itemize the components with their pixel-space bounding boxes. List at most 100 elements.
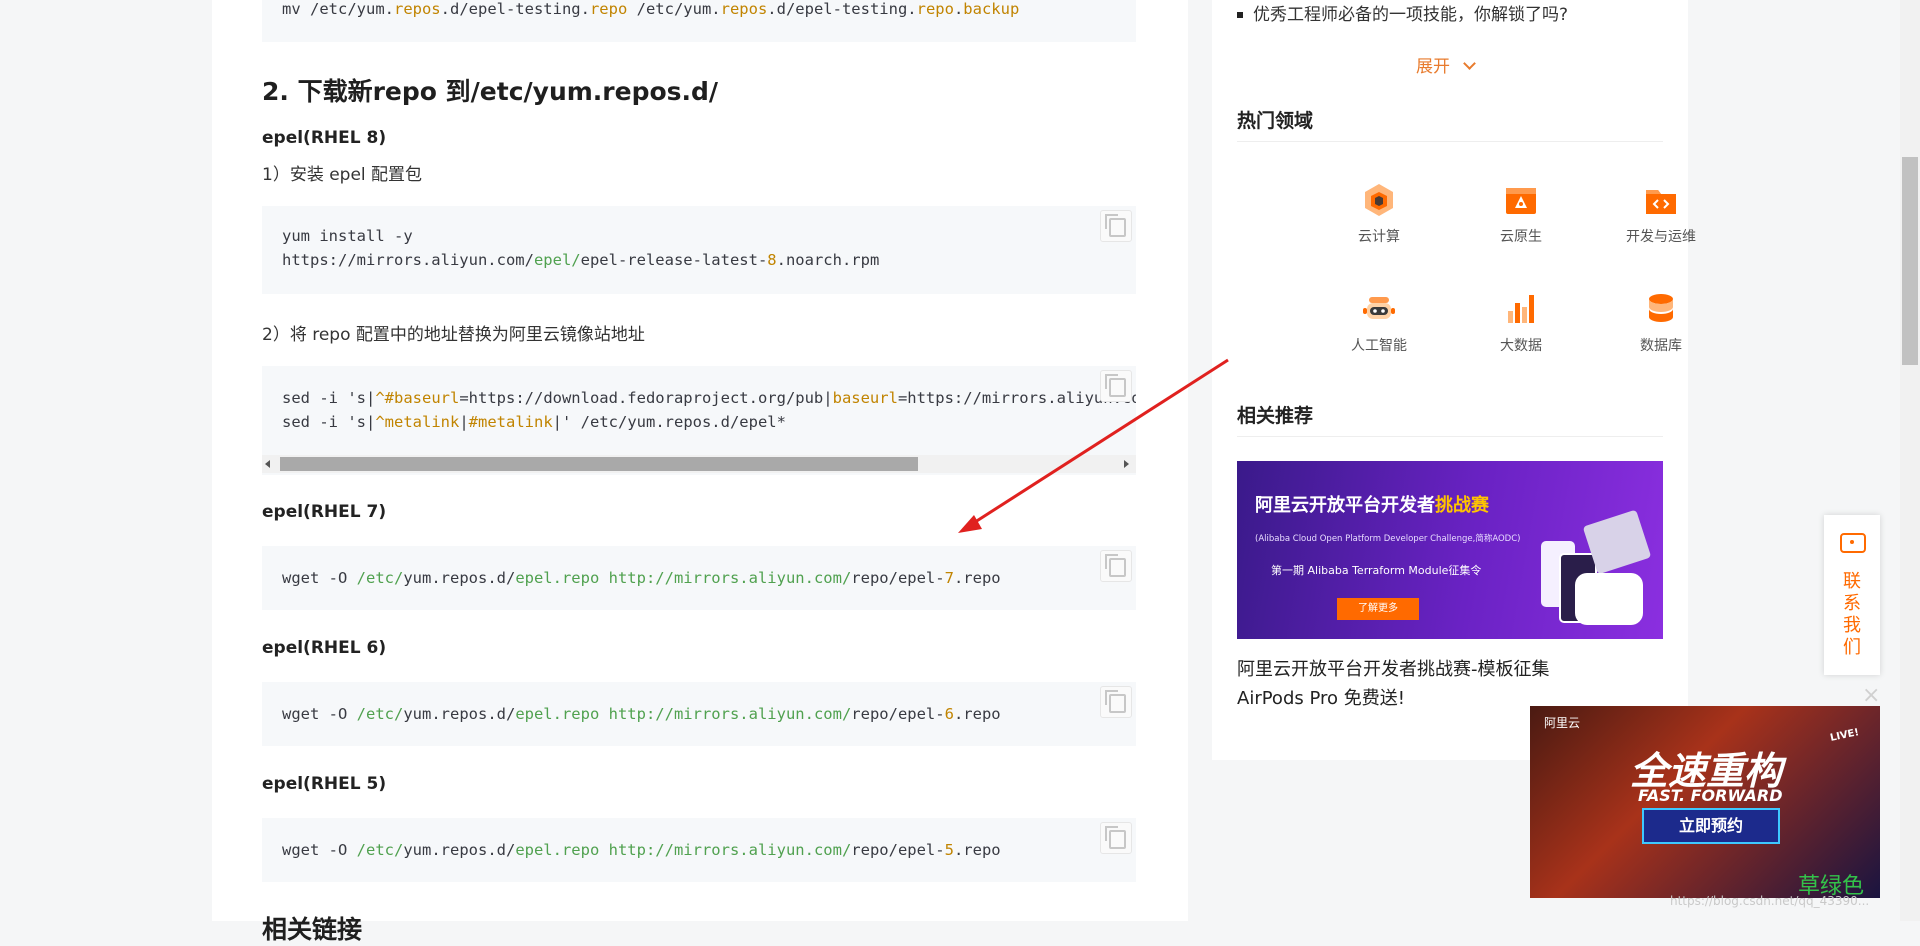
code-token: https://	[282, 251, 357, 269]
ai-robot-icon	[1361, 291, 1397, 327]
code-token: backup	[963, 0, 1020, 18]
banner-cta-button[interactable]: 了解更多	[1337, 598, 1419, 620]
banner-headline-b: 挑战赛	[1435, 495, 1489, 516]
horizontal-scrollbar[interactable]	[262, 455, 1136, 473]
rhel8-step2: 2）将 repo 配置中的地址替换为阿里云镜像站地址	[262, 325, 645, 345]
article-body: mv /etc/yum.repos.d/epel-testing.repo /e…	[212, 0, 1188, 944]
cloud-native-icon	[1503, 182, 1539, 218]
banner-issue: 第一期 Alibaba Terraform Module征集令	[1271, 564, 1482, 577]
copy-code-button[interactable]	[1100, 370, 1132, 402]
promo-cta-button[interactable]: 立即预约	[1642, 808, 1780, 844]
domain-label: 开发与运维	[1626, 229, 1696, 245]
code-token: /etc/	[356, 705, 404, 723]
promo-subheadline: FAST. FORWARD	[1638, 786, 1783, 805]
rhel8-step1: 1）安装 epel 配置包	[262, 165, 423, 185]
code-block-rhel8-sed: sed -i 's|^#baseurl=https://download.fed…	[262, 366, 1136, 475]
code-token: http://mirrors.aliyun.com/	[599, 841, 852, 859]
copy-icon	[1105, 826, 1126, 849]
domain-label: 数据库	[1640, 338, 1682, 354]
code-token: mirrors.aliyun.com/	[356, 251, 534, 269]
code-token: .repo	[953, 841, 1001, 859]
copy-icon	[1105, 690, 1126, 713]
bullet-icon	[1237, 12, 1243, 18]
code-token: epel.repo	[515, 569, 600, 587]
code-line: sed -i 's|^metalink|#metalink|' /etc/yum…	[282, 410, 786, 434]
chevron-down-icon	[1463, 57, 1477, 70]
code-token: epel/	[533, 251, 581, 269]
code-token: yum.repos.d/	[403, 569, 516, 587]
code-token: 6	[944, 705, 954, 723]
contact-us-float[interactable]: 联系我们	[1824, 515, 1880, 675]
code-line: wget -O /etc/yum.repos.d/epel.repo http:…	[282, 702, 1001, 726]
code-line: sed -i 's|^#baseurl=https://download.fed…	[282, 386, 1136, 410]
code-token: repos	[720, 0, 768, 18]
copy-icon	[1105, 214, 1126, 237]
code-line: wget -O /etc/yum.repos.d/epel.repo http:…	[282, 566, 1001, 590]
code-token: sed -i 's|	[282, 413, 376, 431]
domain-ai[interactable]: 人工智能	[1309, 291, 1449, 355]
divider	[1237, 436, 1663, 437]
code-token: .d/epel-testing.	[440, 0, 590, 18]
domain-big-data[interactable]: 大数据	[1451, 291, 1591, 355]
promo-brand: 阿里云	[1544, 716, 1581, 730]
sidebar-list-item[interactable]: 优秀工程师必备的一项技能，你解锁了吗?	[1237, 0, 1568, 25]
section-heading: 2. 下载新repo 到/etc/yum.repos.d/	[262, 77, 719, 106]
contact-label: 联系我们	[1843, 571, 1861, 658]
banner-subline: (Alibaba Cloud Open Platform Developer C…	[1255, 534, 1521, 544]
cloud-compute-icon	[1361, 182, 1397, 218]
expand-label: 展开	[1416, 57, 1450, 77]
rhel7-label: epel(RHEL 7)	[262, 502, 387, 522]
code-token: |	[459, 413, 469, 431]
code-token: mv /etc/yum.	[282, 0, 394, 18]
copy-icon	[1105, 374, 1126, 397]
devops-icon	[1643, 182, 1679, 218]
code-token: wget -O	[282, 569, 357, 587]
code-token: =https://download.fedoraproject.org/pub|	[459, 389, 833, 407]
promo-live-badge: LIVE!	[1829, 727, 1861, 744]
related-banner[interactable]: 阿里云开放平台开发者挑战赛 (Alibaba Cloud Open Platfo…	[1237, 461, 1663, 639]
related-title: 相关推荐	[1237, 405, 1314, 427]
code-token: 5	[944, 841, 954, 859]
code-block-backup: mv /etc/yum.repos.d/epel-testing.repo /e…	[262, 0, 1136, 42]
code-token: epel.repo	[515, 841, 600, 859]
page-scrollbar-thumb[interactable]	[1902, 157, 1918, 365]
copy-code-button[interactable]	[1100, 210, 1132, 242]
page-scrollbar[interactable]	[1900, 0, 1920, 921]
copy-code-button[interactable]	[1100, 686, 1132, 718]
related-article-link[interactable]: 阿里云开放平台开发者挑战赛-模板征集 AirPods Pro 免费送!	[1237, 655, 1607, 713]
copy-icon	[1105, 554, 1126, 577]
contact-icon	[1840, 533, 1866, 553]
domain-database[interactable]: 数据库	[1591, 291, 1731, 355]
domain-label: 大数据	[1500, 338, 1542, 354]
banner-headline-a: 阿里云开放平台开发者	[1255, 495, 1435, 516]
expand-button[interactable]: 展开	[1416, 52, 1477, 77]
domain-cloud-native[interactable]: 云原生	[1451, 182, 1591, 246]
code-token: ^#baseurl	[375, 389, 460, 407]
copy-code-button[interactable]	[1100, 550, 1132, 582]
watermark-url: https://blog.csdn.net/qq_43390...	[1670, 894, 1870, 908]
domain-devops[interactable]: 开发与运维	[1591, 182, 1731, 246]
code-token: epel.repo	[515, 705, 600, 723]
domain-cloud-compute[interactable]: 云计算	[1309, 182, 1449, 246]
scrollbar-thumb[interactable]	[280, 457, 918, 471]
code-token: .repo	[953, 705, 1001, 723]
code-token: /etc/	[356, 569, 404, 587]
copy-code-button[interactable]	[1100, 822, 1132, 854]
code-token: repo/epel-	[851, 569, 945, 587]
code-token: sed -i 's|	[282, 389, 376, 407]
code-token: repo/epel-	[851, 841, 945, 859]
scroll-left-arrow[interactable]	[265, 460, 270, 468]
scroll-right-arrow[interactable]	[1124, 460, 1129, 468]
code-token: /etc/yum.	[627, 0, 721, 18]
code-token: .d/epel-testing.	[767, 0, 917, 18]
code-block-rhel7: wget -O /etc/yum.repos.d/epel.repo http:…	[262, 546, 1136, 610]
list-item-text: 优秀工程师必备的一项技能，你解锁了吗?	[1253, 5, 1569, 25]
code-token: yum.repos.d/	[403, 705, 516, 723]
code-token: repo	[916, 0, 954, 18]
code-line: wget -O /etc/yum.repos.d/epel.repo http:…	[282, 838, 1001, 862]
code-token: http://mirrors.aliyun.com/	[599, 705, 852, 723]
domain-label: 人工智能	[1351, 338, 1407, 354]
code-line: mv /etc/yum.repos.d/epel-testing.repo /e…	[282, 0, 1019, 21]
promo-close-button[interactable]: ×	[1862, 683, 1880, 708]
code-token: wget -O	[282, 705, 357, 723]
